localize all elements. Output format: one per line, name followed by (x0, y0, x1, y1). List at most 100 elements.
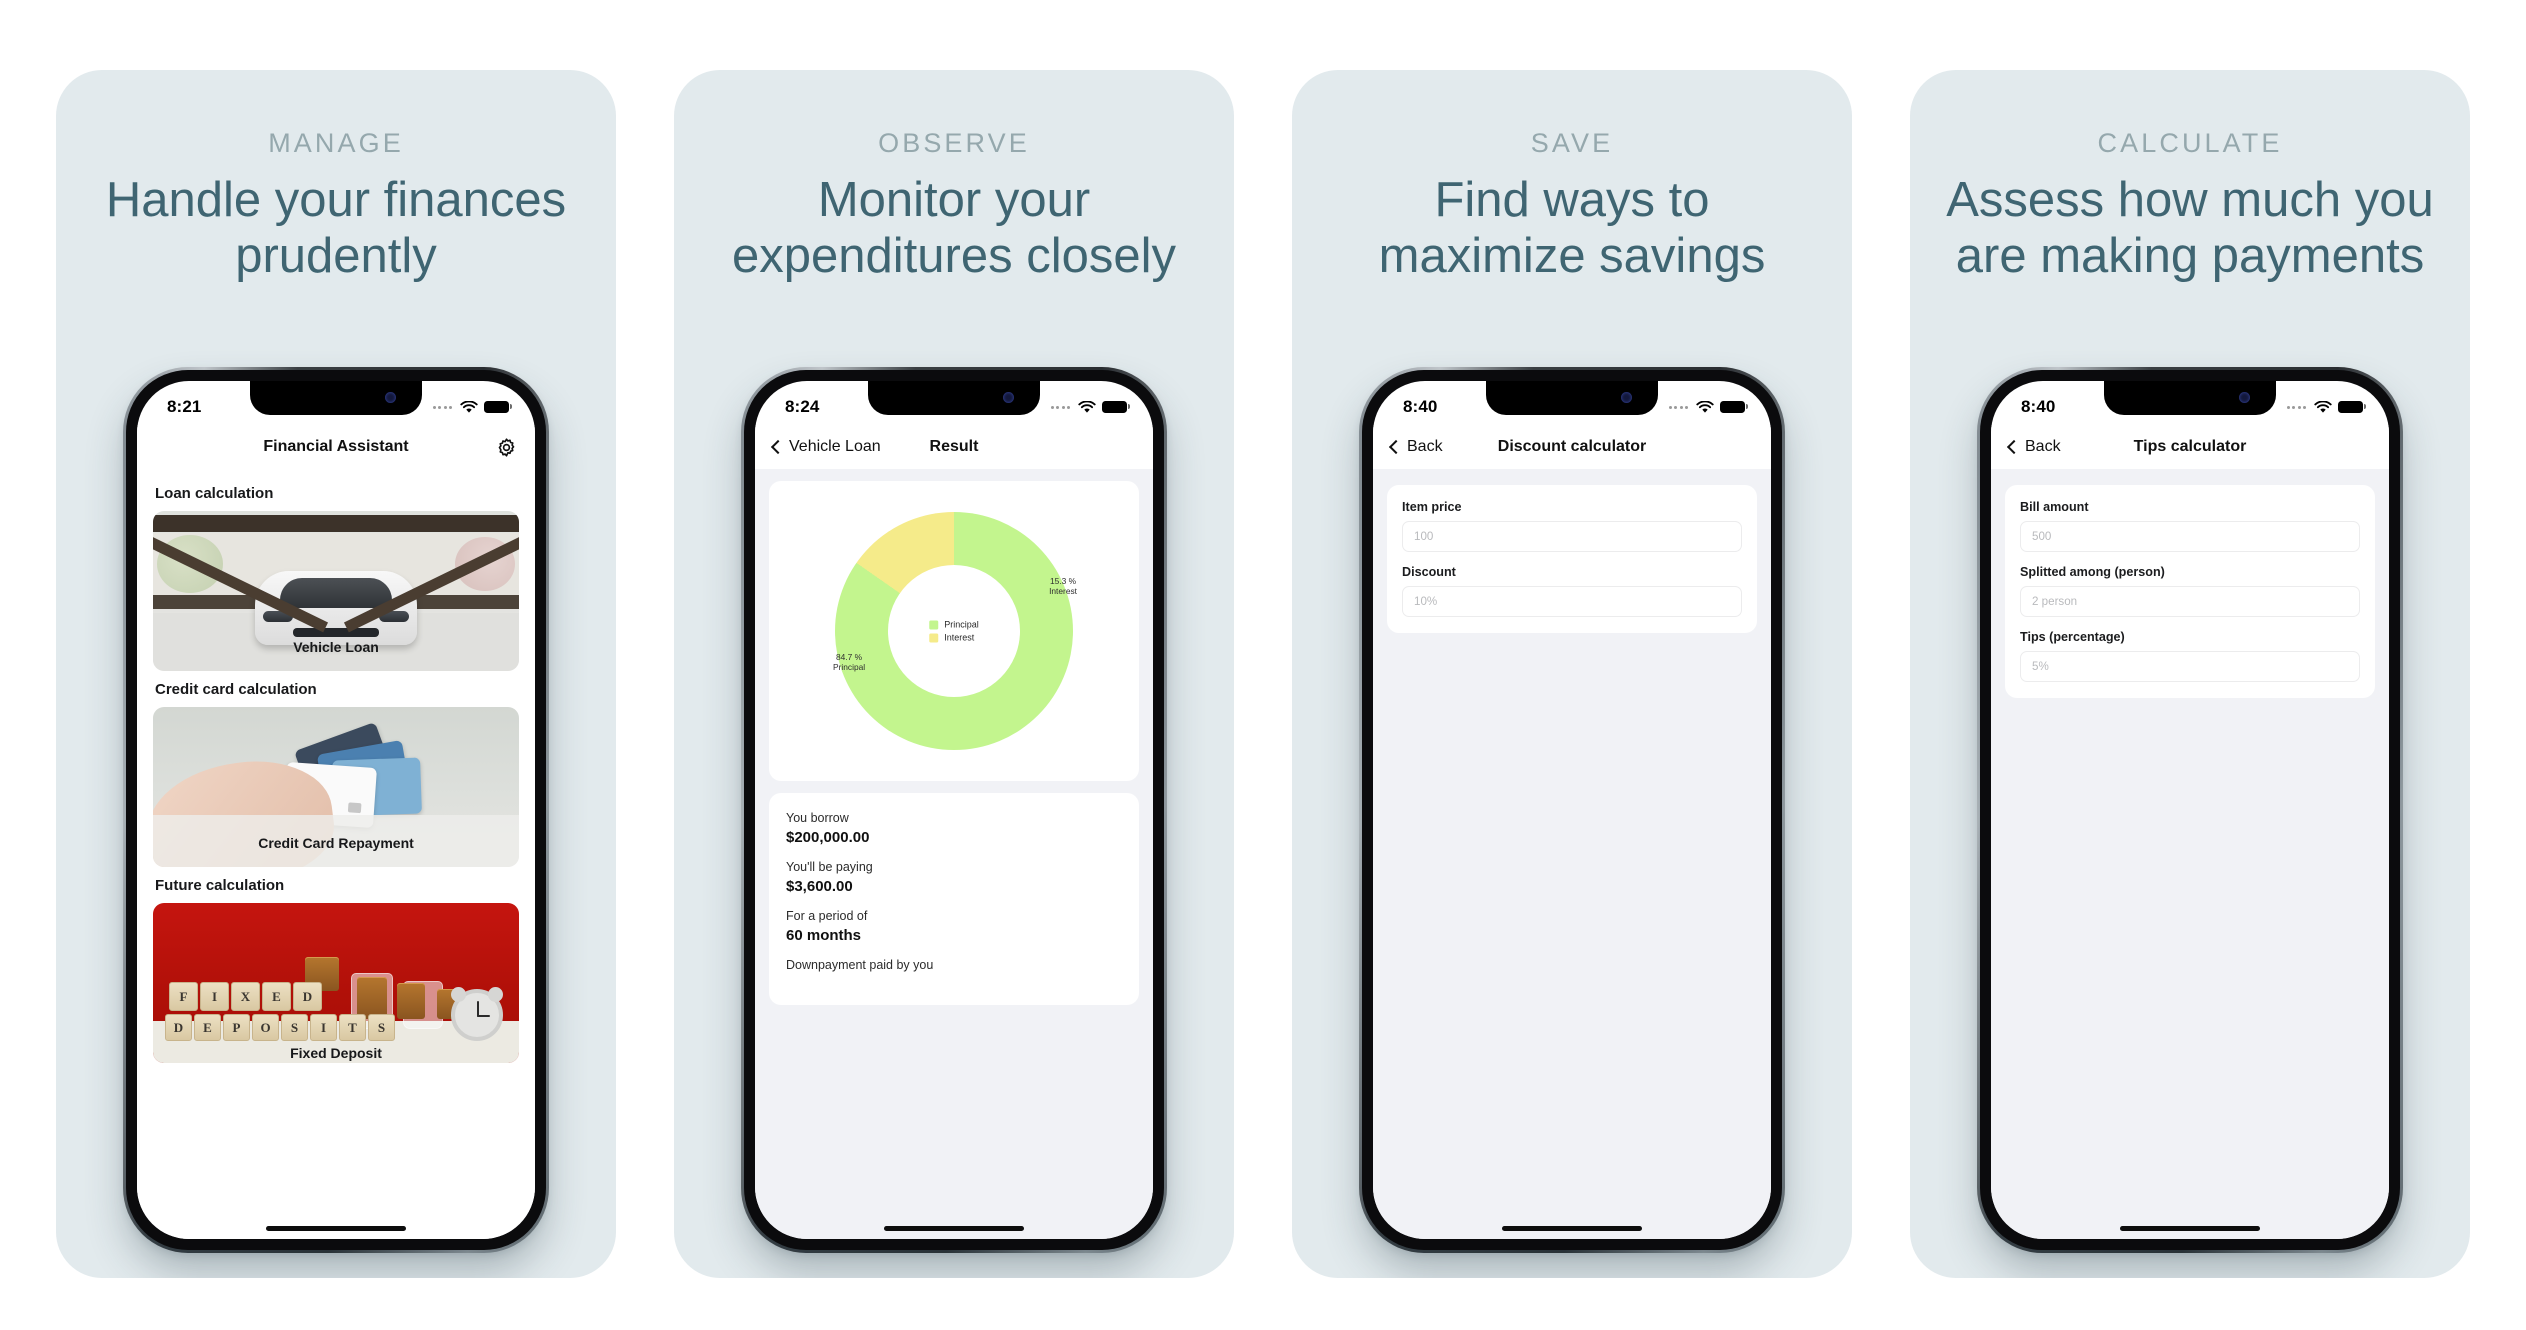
detail-value: $200,000.00 (786, 829, 870, 846)
legend-swatch-interest (929, 633, 939, 642)
letter-block: T (339, 1014, 366, 1041)
item-price-input[interactable]: 100 (1402, 521, 1742, 552)
home-indicator[interactable] (2120, 1226, 2260, 1231)
detail-label: You borrow (786, 811, 849, 825)
chevron-left-icon (770, 439, 786, 455)
letter-block: D (293, 982, 322, 1011)
panel-headline: Find ways to maximize savings (1292, 173, 1852, 285)
legend-item: Interest (929, 633, 979, 643)
page-title: Result (929, 438, 979, 455)
card-fixed-deposit[interactable]: F I X E D D E P O S I T S Fixed Deposit (153, 903, 519, 1063)
legend-item: Principal (929, 620, 979, 630)
field-label: Splitted among (person) (2020, 565, 2165, 579)
signal-dots-icon (2286, 405, 2306, 409)
card-caption-fixed-deposit: Fixed Deposit (290, 1045, 382, 1061)
clock-bell-left (451, 987, 466, 1002)
front-camera-icon (1003, 392, 1014, 403)
notch (250, 381, 422, 415)
nav-bar-tips: Back Tips calculator (1991, 425, 2389, 469)
panel-save: SAVE Find ways to maximize savings 8:40 (1292, 70, 1852, 1278)
wifi-icon (1696, 400, 1714, 413)
legend-label-interest: Interest (944, 632, 975, 643)
status-time: 8:24 (785, 397, 820, 416)
home-indicator[interactable] (884, 1226, 1024, 1231)
letter-block: S (368, 1014, 395, 1041)
field-split-among: Splitted among (person) 2 person (2020, 565, 2360, 617)
phone-frame: 8:40 (1359, 367, 1785, 1253)
slice-label-principal: 84.7 % Principal (833, 652, 865, 673)
headline-line-1: Assess how much you (1946, 173, 2434, 227)
card-caption-credit-card: Credit Card Repayment (258, 835, 414, 851)
panel-manage: MANAGE Handle your finances prudently 8:… (56, 70, 616, 1278)
status-indicators (2286, 400, 2366, 414)
bill-amount-input[interactable]: 500 (2020, 521, 2360, 552)
split-among-input[interactable]: 2 person (2020, 586, 2360, 617)
headline-line-2: expenditures closely (732, 228, 1176, 283)
signal-dots-icon (1050, 405, 1070, 409)
field-label: Discount (1402, 565, 1456, 579)
back-button-label: Vehicle Loan (789, 438, 881, 455)
phone-screen-discount: 8:40 Back Discount calculator Item price… (1373, 381, 1771, 1239)
status-time: 8:21 (167, 397, 202, 416)
panel-eyebrow: OBSERVE (878, 128, 1030, 158)
letter-block: X (231, 982, 260, 1011)
slice-name-principal: Principal (833, 662, 866, 673)
detail-label: For a period of (786, 909, 868, 923)
page-title: Discount calculator (1497, 438, 1647, 455)
back-button-label: Back (1407, 438, 1443, 455)
wifi-icon (460, 400, 478, 413)
field-tips-percentage: Tips (percentage) 5% (2020, 630, 2360, 682)
card-caption-vehicle-loan: Vehicle Loan (293, 639, 379, 655)
home-indicator[interactable] (266, 1226, 406, 1231)
back-button[interactable]: Vehicle Loan (770, 438, 881, 456)
alarm-clock-icon (451, 987, 503, 1041)
tips-input-card: Bill amount 500 Splitted among (person) … (2005, 485, 2375, 698)
letter-block: I (200, 982, 229, 1011)
notch (1486, 381, 1658, 415)
status-indicators (1050, 400, 1130, 414)
field-bill-amount: Bill amount 500 (2020, 500, 2360, 552)
settings-button[interactable] (496, 437, 517, 458)
phone-frame: 8:24 Vehicle Loan Result Principal Inter… (741, 367, 1167, 1253)
back-button[interactable]: Back (2006, 438, 2061, 456)
nav-bar-home: Financial Assistant (137, 425, 535, 469)
status-time: 8:40 (2021, 397, 2056, 416)
back-button-label: Back (2025, 438, 2061, 455)
front-camera-icon (385, 392, 396, 403)
phone-screen-result: 8:24 Vehicle Loan Result Principal Inter… (755, 381, 1153, 1239)
chevron-left-icon (1388, 439, 1404, 455)
signal-dots-icon (1668, 405, 1688, 409)
windshield (280, 578, 392, 608)
panel-headline: Assess how much you are making payments (1910, 173, 2470, 285)
tips-percentage-input[interactable]: 5% (2020, 651, 2360, 682)
letter-block: I (310, 1014, 337, 1041)
card-vehicle-loan[interactable]: Vehicle Loan (153, 511, 519, 671)
detail-value: 60 months (786, 927, 862, 944)
section-title-credit-card: Credit card calculation (155, 681, 317, 698)
phone-mockup-discount: 8:40 Back Discount calculator Item price… (1359, 367, 1785, 1253)
headline-line-2: prudently (235, 228, 437, 283)
carport-beam (153, 515, 519, 532)
result-content: Principal Interest 15.3 % Interest 84.7 … (755, 469, 1153, 1239)
front-grill (293, 628, 379, 637)
back-button[interactable]: Back (1388, 438, 1443, 456)
wifi-icon (2314, 400, 2332, 413)
discount-input-card: Item price 100 Discount 10% (1387, 485, 1757, 633)
battery-icon (484, 400, 512, 414)
loan-breakdown-chart-card: Principal Interest 15.3 % Interest 84.7 … (769, 481, 1139, 781)
letter-block: D (165, 1014, 192, 1041)
phone-screen-home: 8:21 Financial Assistant Loan calculatio… (137, 381, 535, 1239)
gear-icon (498, 437, 515, 457)
home-indicator[interactable] (1502, 1226, 1642, 1231)
field-discount: Discount 10% (1402, 565, 1742, 617)
card-credit-card-repayment[interactable]: Credit Card Repayment (153, 707, 519, 867)
legend-label-principal: Principal (944, 619, 979, 630)
front-camera-icon (2239, 392, 2250, 403)
marketing-screenshot-set: MANAGE Handle your finances prudently 8:… (0, 0, 2526, 1330)
discount-input[interactable]: 10% (1402, 586, 1742, 617)
discount-form: Item price 100 Discount 10% (1373, 469, 1771, 1239)
nav-bar-result: Vehicle Loan Result (755, 425, 1153, 469)
panel-calculate: CALCULATE Assess how much you are making… (1910, 70, 2470, 1278)
panel-headline: Handle your finances prudently (56, 173, 616, 285)
